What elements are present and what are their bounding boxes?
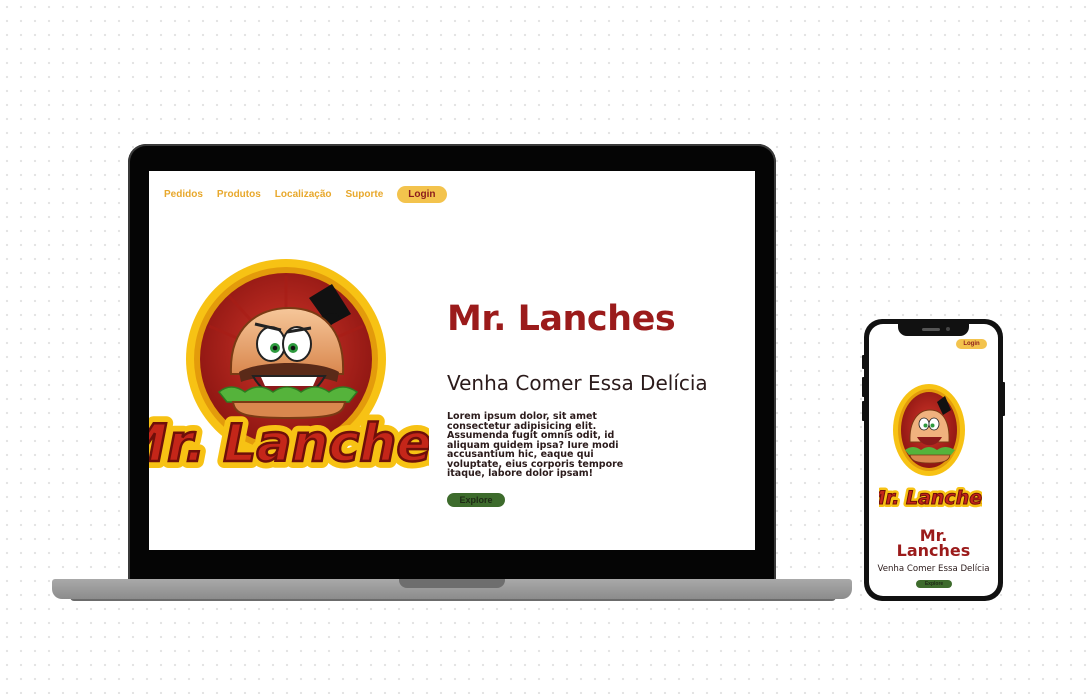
phone-notch [898,324,969,336]
mobile-title-line2: Lanches [896,541,971,560]
logo-wordmark: Mr. Lanches [149,414,429,474]
mobile-explore-button[interactable]: Explore [916,580,952,588]
mobile-hero-subtitle: Venha Comer Essa Delícia [877,564,990,574]
mobile-logo-wordmark: Mr. Lanches [879,487,982,509]
mobile-mr-lanches-logo: Mr. Lanches Mr. Lanches [879,384,982,512]
login-button[interactable]: Login [397,185,447,203]
phone-power-button [1002,382,1005,416]
phone-speaker [922,328,940,331]
phone-volume-mute [862,401,865,421]
mr-lanches-logo: Mr. Lanches Mr. Lanches [149,259,429,481]
phone-volume-up [862,355,865,369]
mobile-login-button[interactable]: Login [956,339,987,349]
phone-volume-down [862,377,865,397]
nav-link-produtos[interactable]: Produtos [217,189,261,200]
nav-link-suporte[interactable]: Suporte [346,189,384,200]
laptop-screen: Pedidos Produtos Localização Suporte Log… [149,171,755,550]
nav-link-pedidos[interactable]: Pedidos [164,189,203,200]
mobile-hero-title: Mr. Lanches [869,528,998,560]
phone-screen: Login Mr. Lanches Mr. Lanches Mr. Lanche… [869,324,998,596]
laptop-notch [399,579,505,588]
hero-subtitle: Venha Comer Essa Delícia [447,371,708,395]
hero-body-text: Lorem ipsum dolor, sit amet consectetur … [447,411,624,479]
top-nav: Pedidos Produtos Localização Suporte Log… [164,185,447,203]
phone-camera [946,327,950,331]
nav-link-localizacao[interactable]: Localização [275,189,332,200]
hero-title: Mr. Lanches [447,299,676,339]
explore-button[interactable]: Explore [447,493,505,507]
